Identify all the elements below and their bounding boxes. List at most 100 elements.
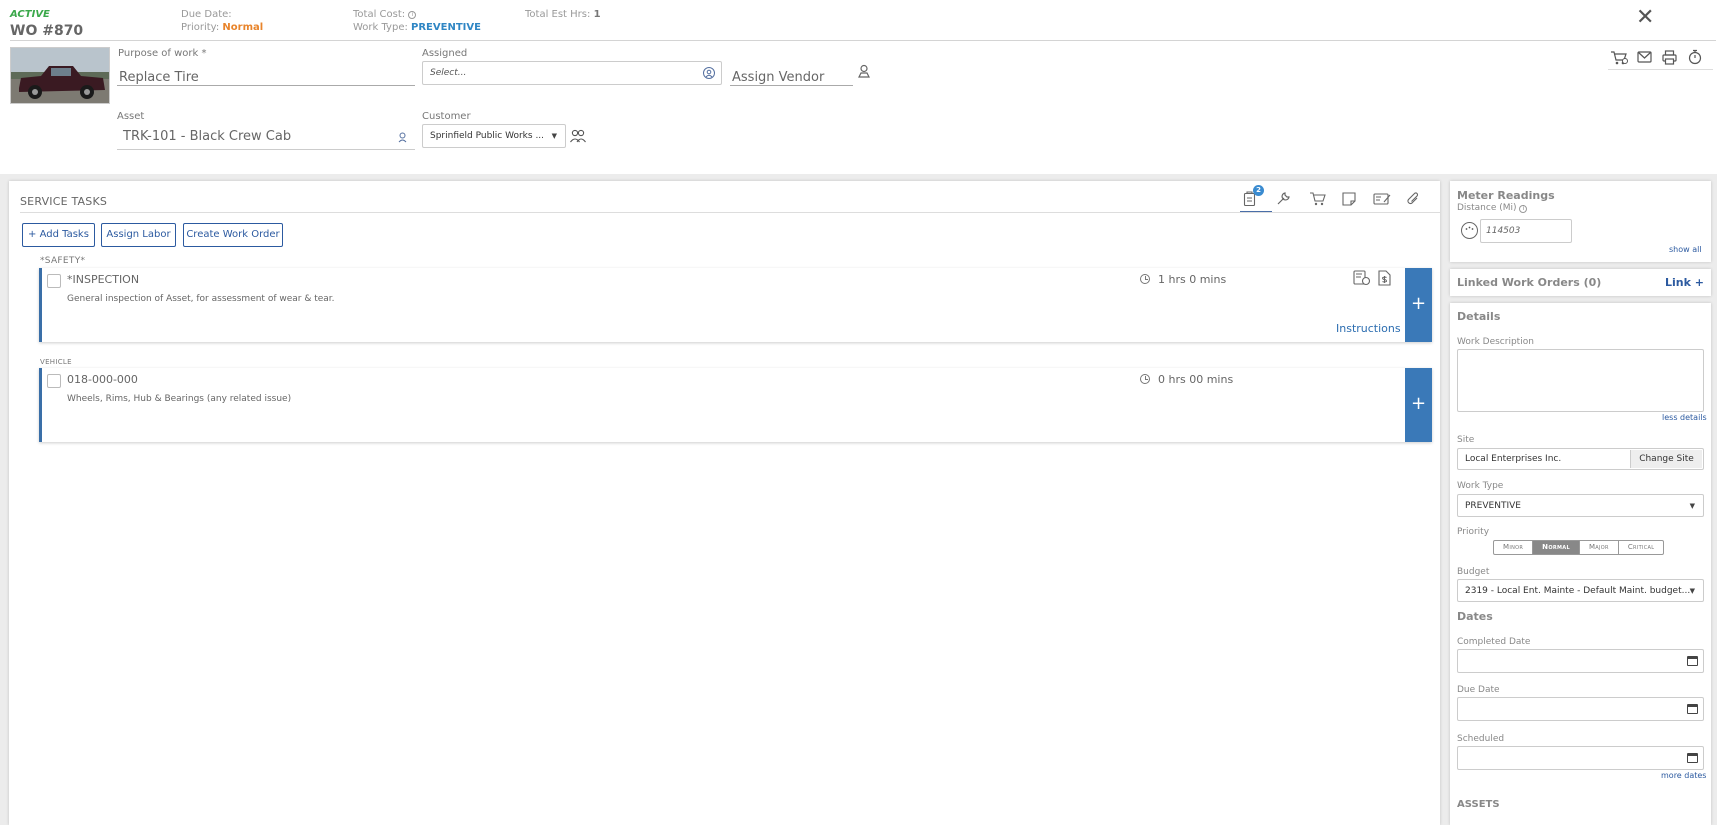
task-timesheet-icon[interactable] xyxy=(1353,270,1371,289)
task-name: *INSPECTION xyxy=(67,273,140,286)
task-group-label-safety: *SAFETY* xyxy=(40,256,86,266)
add-tasks-button[interactable]: + Add Tasks xyxy=(22,223,95,247)
priority-option-critical[interactable]: Critical xyxy=(1619,541,1663,554)
header-toolbar xyxy=(1608,48,1713,70)
tab-parts-wrench-icon[interactable] xyxy=(1276,191,1291,209)
site-label: Site xyxy=(1457,435,1475,445)
change-site-button[interactable]: Change Site xyxy=(1630,450,1702,468)
cart-add-icon[interactable] xyxy=(1610,50,1628,69)
task-time-value: 1 hrs 0 mins xyxy=(1158,273,1227,286)
tab-attachments-icon[interactable] xyxy=(1406,191,1420,210)
asset-picker-icon[interactable] xyxy=(398,132,409,147)
assigned-select[interactable]: Select... xyxy=(422,61,722,85)
clock-icon xyxy=(1140,374,1150,384)
asset-label: Asset xyxy=(117,111,145,122)
assigned-label: Assigned xyxy=(422,48,468,59)
asset-value: TRK-101 - Black Crew Cab xyxy=(123,129,292,144)
purpose-input[interactable]: Replace Tire xyxy=(117,70,415,86)
task-card-inspection[interactable]: *INSPECTION General inspection of Asset,… xyxy=(39,268,1432,342)
asset-photo[interactable] xyxy=(10,47,110,104)
assets-title: ASSETS xyxy=(1457,799,1500,810)
due-date-info: Due Date: xyxy=(181,9,232,20)
priority-option-minor[interactable]: Minor xyxy=(1494,541,1534,554)
close-icon[interactable]: ✕ xyxy=(1636,7,1654,29)
task-time: 0 hrs 00 mins xyxy=(1140,373,1233,386)
work-order-header: ACTIVE WO #870 Due Date: Priority: Norma… xyxy=(0,0,1717,174)
calendar-icon[interactable] xyxy=(1687,704,1698,714)
chevron-down-icon: ▼ xyxy=(1689,502,1695,510)
service-tasks-title: SERVICE TASKS xyxy=(20,195,108,208)
priority-label: Priority: xyxy=(181,22,220,33)
mail-icon[interactable] xyxy=(1637,51,1652,66)
linked-work-orders-title: Linked Work Orders (0) xyxy=(1457,276,1602,289)
stopwatch-icon[interactable] xyxy=(1688,49,1702,68)
distance-label: Distance (Mi) i xyxy=(1457,203,1528,213)
tab-notes-icon[interactable] xyxy=(1342,192,1356,209)
customers-icon[interactable] xyxy=(570,129,586,146)
add-to-task-button[interactable]: + xyxy=(1405,268,1432,342)
print-icon[interactable] xyxy=(1662,50,1677,68)
tab-invoice-icon[interactable] xyxy=(1373,192,1391,209)
task-description: Wheels, Rims, Hub & Bearings (any relate… xyxy=(67,394,292,404)
distance-input[interactable]: 114503 xyxy=(1480,219,1572,243)
priority-label: Priority xyxy=(1457,527,1490,537)
task-cost-icon[interactable] xyxy=(1378,270,1391,289)
distance-value: 114503 xyxy=(1486,226,1521,236)
info-icon[interactable]: i xyxy=(1519,205,1528,213)
asset-input[interactable]: TRK-101 - Black Crew Cab xyxy=(117,129,415,150)
budget-select[interactable]: 2319 - Local Ent. Mainte - Default Maint… xyxy=(1457,579,1704,602)
site-field: Local Enterprises Inc. Change Site xyxy=(1457,448,1704,470)
calendar-icon[interactable] xyxy=(1687,656,1698,666)
more-dates-link[interactable]: more dates xyxy=(1661,771,1706,780)
total-cost-info: Total Cost: i xyxy=(353,9,417,20)
total-est-label: Total Est Hrs: xyxy=(525,9,591,20)
work-type-label: Work Type: xyxy=(353,22,408,33)
customer-select[interactable]: Sprinfield Public Works ... ▼ xyxy=(422,124,566,148)
scheduled-input[interactable] xyxy=(1457,746,1704,770)
task-checkbox[interactable] xyxy=(47,274,61,288)
work-type-info: Work Type: PREVENTIVE xyxy=(353,22,481,33)
work-type-label: Work Type xyxy=(1457,481,1504,491)
customer-value: Sprinfield Public Works ... xyxy=(430,131,545,141)
task-checkbox[interactable] xyxy=(47,374,61,388)
work-type-select[interactable]: PREVENTIVE ▼ xyxy=(1457,494,1704,517)
task-group-label-vehicle: VEHICLE xyxy=(40,358,72,366)
meter-readings-title: Meter Readings xyxy=(1457,189,1555,202)
total-cost-label: Total Cost: xyxy=(353,9,406,20)
add-to-task-button[interactable]: + xyxy=(1405,368,1432,442)
due-date-input[interactable] xyxy=(1457,697,1704,721)
create-work-order-button[interactable]: Create Work Order xyxy=(183,223,283,247)
work-description-textarea[interactable] xyxy=(1457,349,1704,412)
priority-option-normal[interactable]: Normal xyxy=(1533,541,1580,554)
tasks-divider xyxy=(20,212,1440,213)
task-card-wheels[interactable]: 018-000-000 Wheels, Rims, Hub & Bearings… xyxy=(39,368,1432,442)
vendor-icon[interactable] xyxy=(858,64,870,81)
task-time: 1 hrs 0 mins xyxy=(1140,273,1226,286)
task-description: General inspection of Asset, for assessm… xyxy=(67,294,335,304)
due-date-label: Due Date: xyxy=(181,9,232,20)
show-all-link[interactable]: show all xyxy=(1669,245,1702,254)
linked-work-orders-panel: Linked Work Orders (0) Link + xyxy=(1450,269,1711,296)
scheduled-label: Scheduled xyxy=(1457,734,1505,744)
assigned-placeholder: Select... xyxy=(430,68,467,78)
completed-date-input[interactable] xyxy=(1457,649,1704,673)
info-icon[interactable]: i xyxy=(408,11,417,19)
purpose-label: Purpose of work * xyxy=(118,48,207,59)
dates-title: Dates xyxy=(1457,610,1493,623)
user-circle-icon[interactable] xyxy=(703,67,715,79)
assign-vendor-input[interactable]: Assign Vendor xyxy=(730,70,853,86)
task-count-badge: 2 xyxy=(1253,185,1264,196)
odometer-icon xyxy=(1461,222,1478,239)
task-name: 018-000-000 xyxy=(67,373,138,386)
customer-label: Customer xyxy=(422,111,471,122)
truck-image xyxy=(11,48,109,103)
completed-date-label: Completed Date xyxy=(1457,637,1531,647)
priority-option-major[interactable]: Major xyxy=(1580,541,1619,554)
assign-labor-button[interactable]: Assign Labor xyxy=(101,223,176,247)
less-details-link[interactable]: less details xyxy=(1662,413,1707,422)
meter-readings-panel: Meter Readings Distance (Mi) i 114503 sh… xyxy=(1450,181,1711,262)
tab-cart-icon[interactable] xyxy=(1309,192,1327,209)
calendar-icon[interactable] xyxy=(1687,753,1698,763)
instructions-link[interactable]: Instructions xyxy=(1336,322,1401,335)
link-work-order-button[interactable]: Link + xyxy=(1665,276,1704,289)
